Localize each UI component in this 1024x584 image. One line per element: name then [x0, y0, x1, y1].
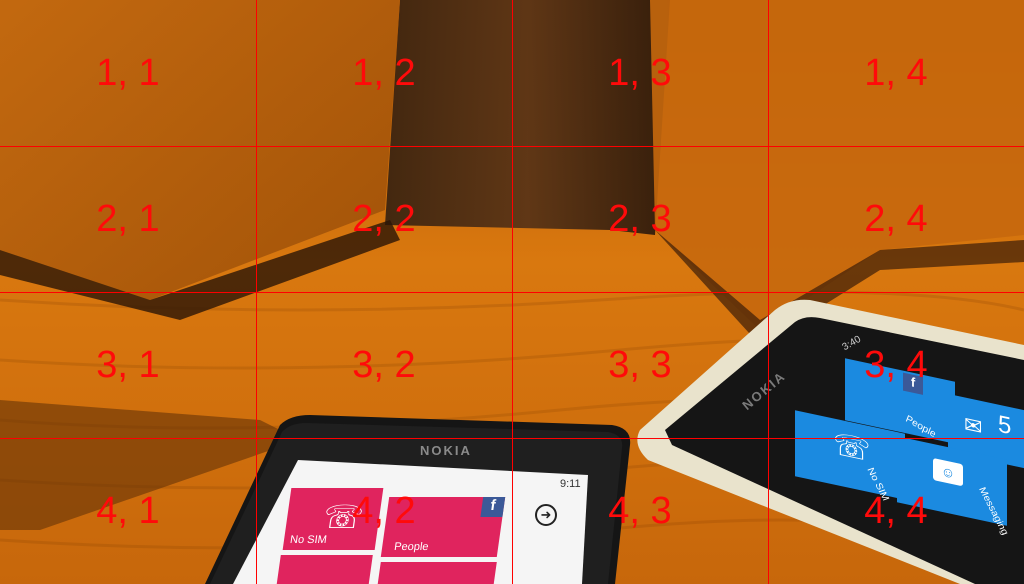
- phone-icon: ☏: [833, 427, 871, 469]
- front-phone-time: 9:11: [560, 478, 581, 490]
- grid-cell-label: 3, 3: [608, 344, 672, 386]
- grid-cell-label: 2, 3: [608, 198, 672, 240]
- grid-line-horizontal: [0, 438, 1024, 439]
- grid-cell-label: 4, 1: [96, 490, 160, 532]
- grid-cell-label: 1, 4: [864, 52, 928, 94]
- mail-count: 5: [998, 410, 1012, 441]
- front-phone-brand: NOKIA: [420, 443, 472, 458]
- grid-cell-label: 3, 4: [864, 344, 928, 386]
- grid-cell-label: 2, 4: [864, 198, 928, 240]
- grid-cell-label: 2, 2: [352, 198, 416, 240]
- grid-cell-label: 4, 4: [864, 490, 928, 532]
- mail-icon: ✉: [964, 411, 983, 441]
- grid-cell-label: 1, 3: [608, 52, 672, 94]
- grid-cell-label: 3, 2: [352, 344, 416, 386]
- photo-scene: NOKIA 9:11 ☏ No SIM f People ➜ NOKIA f P…: [0, 0, 1024, 584]
- messaging-icon: ☺: [933, 457, 963, 487]
- grid-cell-label: 1, 1: [96, 52, 160, 94]
- grid-line-horizontal: [0, 292, 1024, 293]
- front-phone-tile-bottom-left: [275, 555, 373, 584]
- grid-cell-label: 3, 1: [96, 344, 160, 386]
- grid-line-horizontal: [0, 146, 1024, 147]
- front-phone-tile-bottom-right: [375, 562, 497, 584]
- grid-cell-label: 4, 3: [608, 490, 672, 532]
- grid-cell-label: 2, 1: [96, 198, 160, 240]
- tile-label: No SIM: [289, 534, 328, 546]
- grid-cell-label: 1, 2: [352, 52, 416, 94]
- tile-label: People: [393, 541, 430, 553]
- grid-cell-label: 4, 2: [352, 490, 416, 532]
